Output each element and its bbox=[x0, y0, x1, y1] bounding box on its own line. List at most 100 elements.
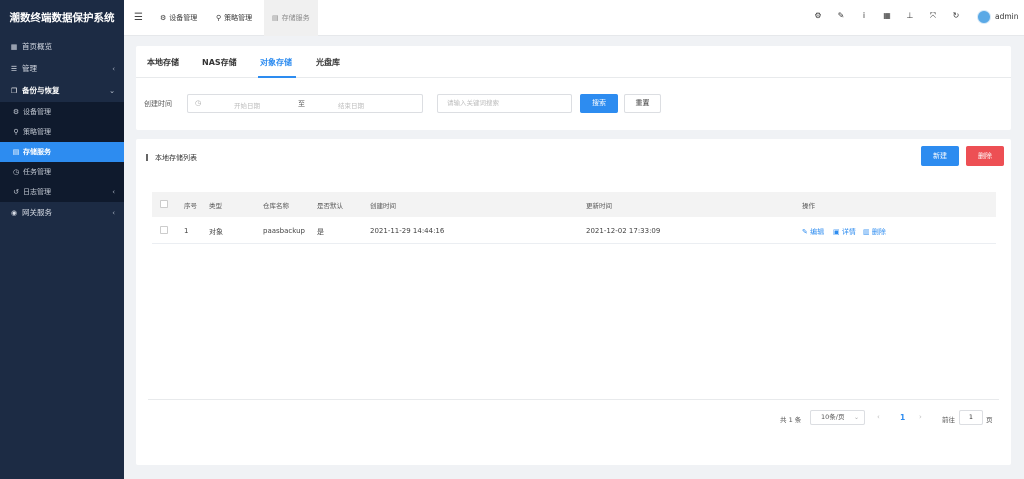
cell-index: 1 bbox=[184, 227, 189, 235]
info-icon[interactable]: i bbox=[858, 11, 870, 20]
range-separator: 至 bbox=[298, 100, 305, 108]
sidebar-item-policy[interactable]: ⚲ 策略管理 bbox=[0, 122, 124, 142]
page-unit-label: 页 bbox=[986, 416, 993, 424]
column-header: 创建时间 bbox=[370, 202, 396, 210]
delete-label: 删除 bbox=[871, 228, 886, 236]
delete-action[interactable]: ▥ 删除 bbox=[863, 227, 886, 237]
column-header: 类型 bbox=[209, 202, 222, 210]
goto-page-input[interactable]: 1 bbox=[959, 410, 983, 425]
detail-action[interactable]: ▣ 详情 bbox=[833, 227, 856, 237]
prev-page-icon[interactable]: ‹ bbox=[877, 413, 880, 421]
avatar[interactable] bbox=[977, 10, 991, 24]
column-header: 是否默认 bbox=[317, 202, 343, 210]
tab-policy[interactable]: ⚲ 策略管理 bbox=[208, 0, 260, 36]
tab-disc-library[interactable]: 光盘库 bbox=[316, 57, 340, 68]
top-bar: ☰ ⚙ 设备管理 ⚲ 策略管理 ▤ 存储服务 ⚙ ✎ i ▦ ⊥ ⤧ ↻ admin bbox=[124, 0, 1024, 36]
clock-icon: ◷ bbox=[12, 168, 20, 176]
edit-icon: ✎ bbox=[802, 228, 808, 236]
tab-local-storage[interactable]: 本地存储 bbox=[147, 57, 179, 68]
tab-storage[interactable]: ▤ 存储服务 bbox=[264, 0, 318, 36]
eye-icon: ◉ bbox=[10, 209, 18, 217]
app-title: 潮数终端数据保护系统 bbox=[9, 12, 115, 24]
sidebar-item-label: 首页概览 bbox=[22, 42, 52, 51]
tab-nas-storage[interactable]: NAS存储 bbox=[202, 57, 237, 68]
keyword-search-input[interactable]: 请输入关键词搜索 bbox=[437, 94, 572, 113]
end-date-input[interactable]: 结束日期 bbox=[338, 100, 364, 110]
delete-button[interactable]: 删除 bbox=[966, 146, 1004, 166]
divider bbox=[148, 399, 999, 400]
column-header: 序号 bbox=[184, 202, 197, 210]
tab-device[interactable]: ⚙ 设备管理 bbox=[152, 0, 205, 36]
sidebar-item-label: 任务管理 bbox=[23, 168, 51, 176]
edit-action[interactable]: ✎ 编辑 bbox=[802, 227, 824, 237]
menu-toggle-icon[interactable]: ☰ bbox=[134, 12, 143, 23]
active-tab-indicator bbox=[258, 76, 296, 78]
table-row: 1 对象 paasbackup 是 2021-11-29 14:44:16 20… bbox=[152, 217, 996, 244]
tab-label: 存储服务 bbox=[281, 14, 310, 22]
cell-created: 2021-11-29 14:44:16 bbox=[370, 227, 445, 235]
column-header: 更新时间 bbox=[586, 202, 612, 210]
sidebar-item-label: 设备管理 bbox=[23, 108, 51, 116]
start-date-input[interactable]: 开始日期 bbox=[234, 100, 260, 110]
chevron-left-icon: ‹ bbox=[112, 65, 115, 73]
current-page[interactable]: 1 bbox=[900, 413, 905, 422]
wrench-icon[interactable]: ✎ bbox=[835, 11, 847, 20]
sidebar-item-log[interactable]: ↺ 日志管理 ‹ bbox=[0, 182, 124, 202]
edit-label: 编辑 bbox=[810, 228, 825, 236]
magic-icon: ⚲ bbox=[216, 14, 222, 22]
cogs-icon: ⚙ bbox=[160, 14, 167, 22]
magic-icon: ⚲ bbox=[13, 128, 19, 136]
sidebar-item-manage[interactable]: ☰ 管理 ‹ bbox=[0, 58, 124, 80]
refresh-icon[interactable]: ↻ bbox=[950, 11, 962, 20]
sidebar-item-overview[interactable]: ▦ 首页概览 bbox=[0, 36, 124, 58]
sidebar-item-label: 网关服务 bbox=[22, 208, 52, 217]
sidebar-item-gateway[interactable]: ◉ 网关服务 ‹ bbox=[0, 202, 124, 224]
filter-panel: 本地存储 NAS存储 对象存储 光盘库 创建时间 ◷ 开始日期 至 结束日期 请… bbox=[136, 46, 1011, 130]
trash-icon: ▥ bbox=[863, 228, 870, 236]
tab-object-storage[interactable]: 对象存储 bbox=[260, 57, 292, 68]
list-icon: ☰ bbox=[10, 65, 18, 73]
list-title: 本地存储列表 bbox=[155, 154, 197, 162]
page-size-select[interactable]: 10条/页 ⌄ bbox=[810, 410, 865, 425]
select-all-checkbox[interactable] bbox=[160, 200, 168, 208]
pagination-total: 共 1 条 bbox=[780, 416, 802, 424]
detail-label: 详情 bbox=[841, 228, 856, 236]
date-range-picker[interactable]: ◷ 开始日期 至 结束日期 bbox=[187, 94, 423, 113]
sidebar-item-label: 存储服务 bbox=[23, 148, 51, 156]
goto-label: 前往 bbox=[942, 416, 955, 424]
chevron-left-icon: ‹ bbox=[112, 188, 115, 196]
sidebar-item-storage[interactable]: ▤ 存储服务 bbox=[0, 142, 124, 162]
reset-button[interactable]: 重置 bbox=[624, 94, 661, 113]
sidebar-item-task[interactable]: ◷ 任务管理 bbox=[0, 162, 124, 182]
cog-icon: ⚙ bbox=[12, 108, 20, 116]
row-checkbox[interactable] bbox=[160, 226, 168, 234]
storage-list-panel: 本地存储列表 新建 删除 序号 类型 仓库名称 是否默认 创建时间 更新时间 操… bbox=[136, 139, 1011, 465]
chevron-down-icon: ⌄ bbox=[109, 87, 115, 95]
sidebar-item-label: 备份与恢复 bbox=[22, 86, 60, 95]
sidebar-item-label: 日志管理 bbox=[23, 188, 51, 196]
copy-icon: ❐ bbox=[10, 87, 18, 95]
table-header: 序号 类型 仓库名称 是否默认 创建时间 更新时间 操作 bbox=[152, 192, 996, 217]
tab-label: 设备管理 bbox=[169, 14, 198, 22]
gear-icon[interactable]: ⚙ bbox=[812, 11, 824, 20]
fullscreen-icon[interactable]: ⤧ bbox=[927, 11, 939, 21]
next-page-icon[interactable]: › bbox=[919, 413, 922, 421]
chevron-left-icon: ‹ bbox=[112, 209, 115, 217]
chart-icon: ▦ bbox=[10, 43, 18, 51]
database-icon: ▤ bbox=[272, 14, 279, 22]
pin-icon[interactable]: ⊥ bbox=[904, 11, 916, 20]
sidebar-item-label: 管理 bbox=[22, 64, 37, 73]
sidebar-item-backup[interactable]: ❐ 备份与恢复 ⌄ bbox=[0, 80, 124, 102]
new-button[interactable]: 新建 bbox=[921, 146, 959, 166]
clock-icon: ◷ bbox=[195, 99, 202, 107]
username[interactable]: admin bbox=[995, 12, 1019, 21]
search-button[interactable]: 搜索 bbox=[580, 94, 618, 113]
title-marker bbox=[146, 154, 148, 161]
history-icon: ↺ bbox=[13, 188, 19, 196]
tab-label: 策略管理 bbox=[224, 14, 253, 22]
column-header: 操作 bbox=[802, 202, 815, 210]
grid-icon[interactable]: ▦ bbox=[881, 11, 893, 20]
sidebar-item-device[interactable]: ⚙ 设备管理 bbox=[0, 102, 124, 122]
created-time-label: 创建时间 bbox=[144, 100, 172, 108]
cell-default: 是 bbox=[317, 228, 324, 236]
